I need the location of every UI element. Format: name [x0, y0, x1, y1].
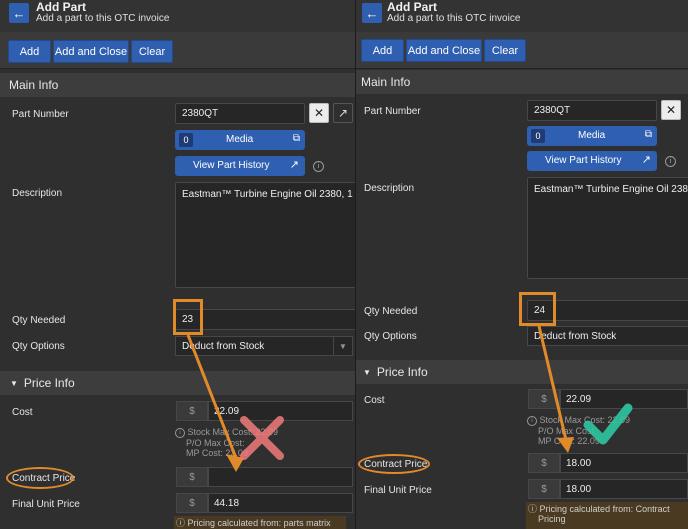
annotation-arrowhead — [557, 437, 574, 453]
left-panel: ← Add Part Add a part to this OTC invoic… — [0, 0, 356, 529]
annotation-layer — [537, 325, 633, 453]
annotation-layer — [186, 334, 284, 472]
annotation-arrow-line — [537, 325, 568, 441]
right-panel: ← Add Part Add a part to this OTC invoic… — [356, 0, 688, 529]
x-mark-icon — [240, 416, 284, 460]
annotation-arrow-line — [186, 334, 238, 459]
check-mark-icon — [583, 403, 633, 445]
